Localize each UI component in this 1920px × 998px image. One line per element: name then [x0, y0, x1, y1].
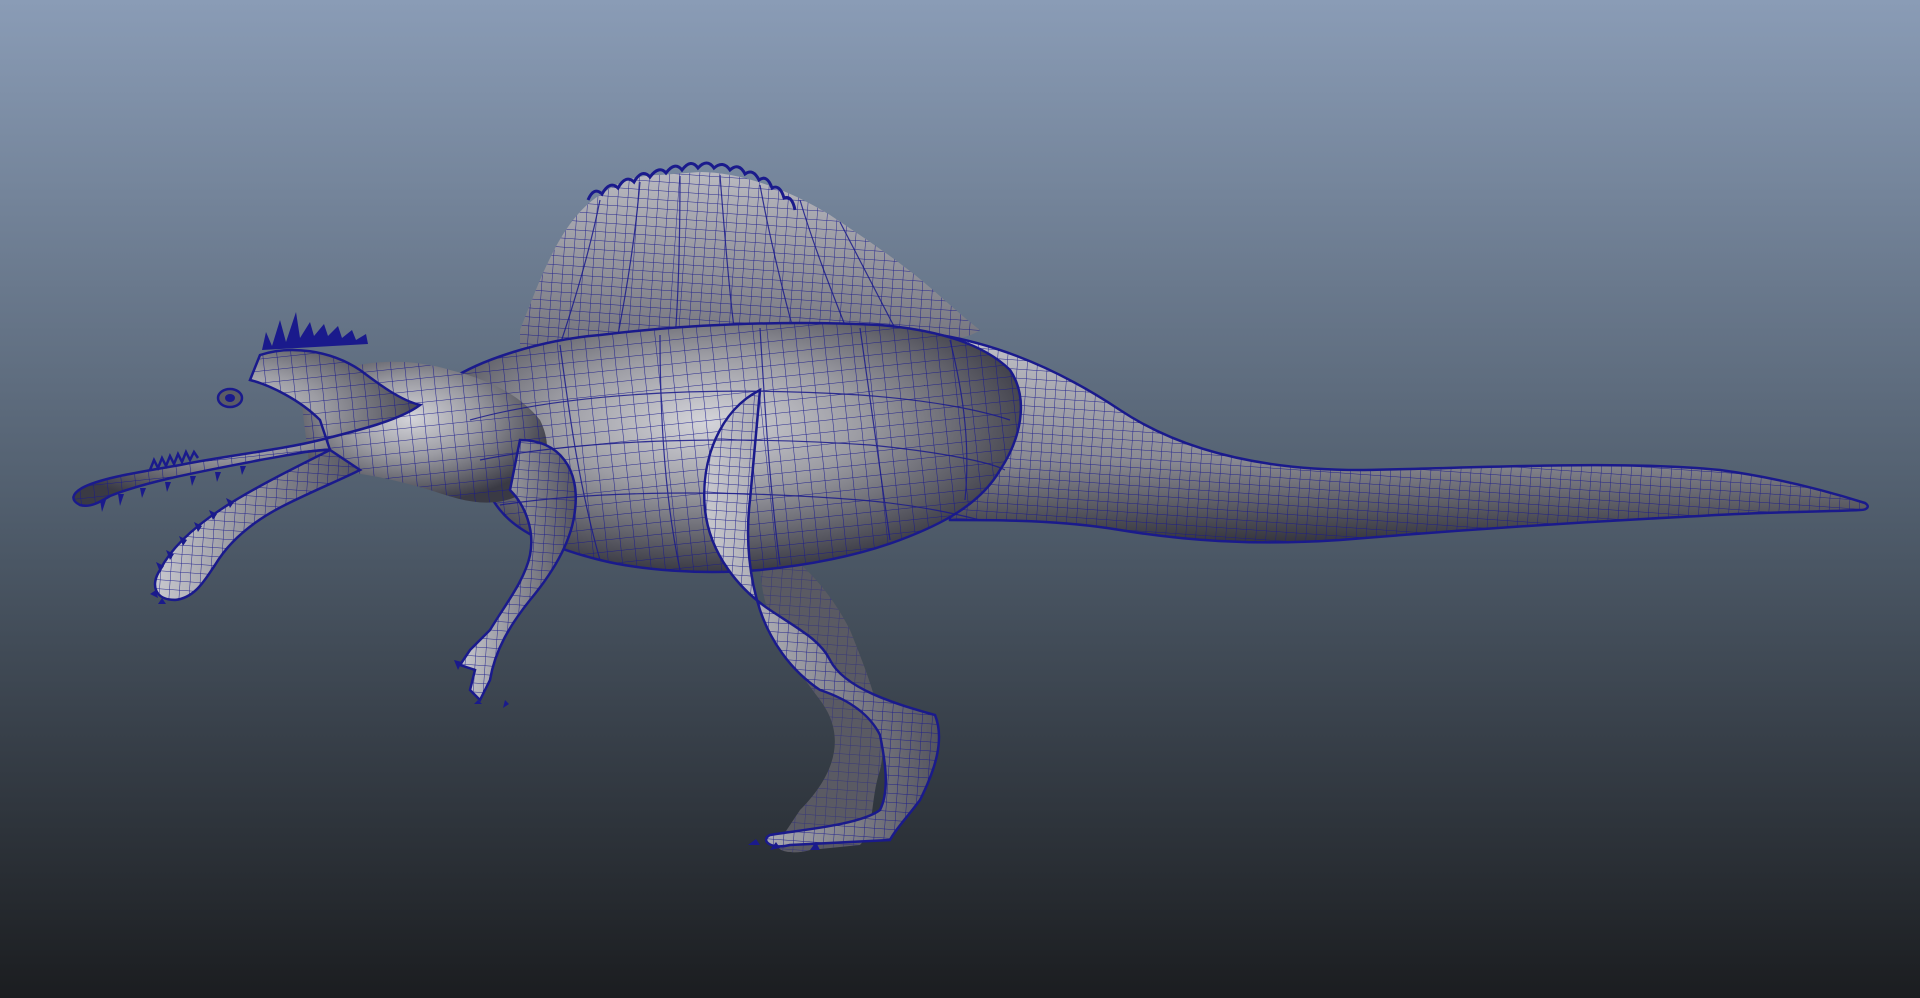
3d-viewport[interactable]	[0, 0, 1920, 998]
tail	[938, 333, 1869, 544]
spinosaurus-mesh[interactable]	[0, 0, 1920, 998]
